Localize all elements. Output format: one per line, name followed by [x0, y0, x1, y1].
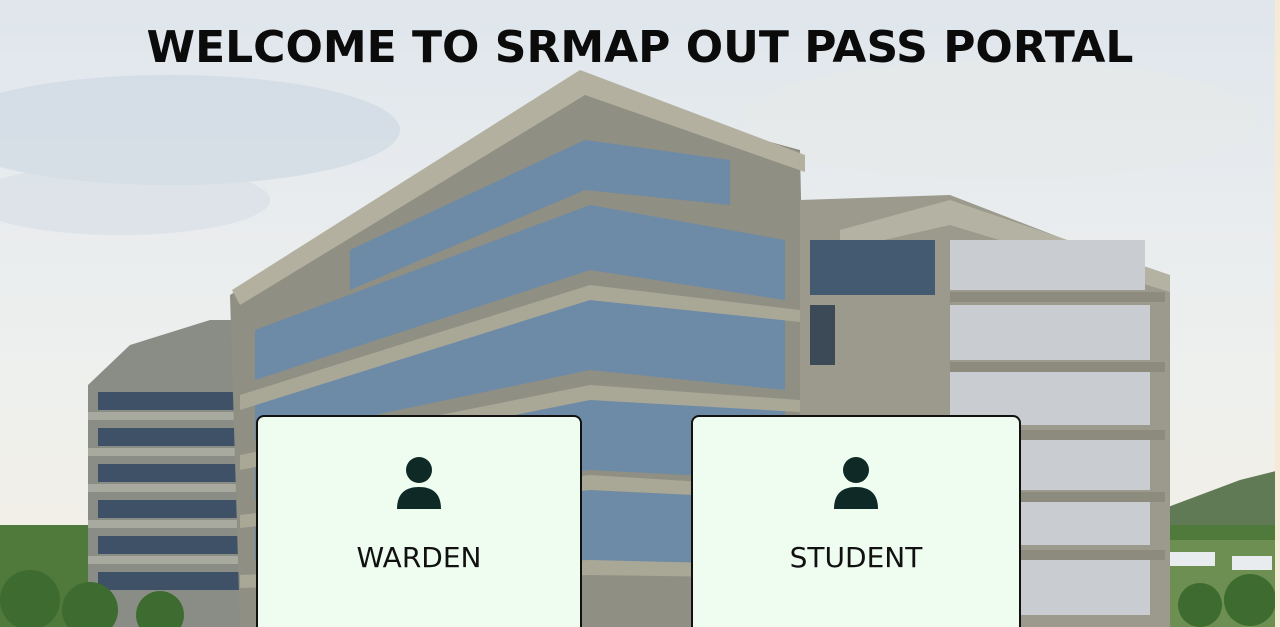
user-icon — [834, 457, 878, 509]
right-edge-strip — [1275, 0, 1280, 627]
user-icon — [397, 457, 441, 509]
student-login-card[interactable]: STUDENT — [691, 415, 1021, 627]
page-title: WELCOME TO SRMAP OUT PASS PORTAL — [146, 22, 1134, 73]
warden-login-card[interactable]: WARDEN — [256, 415, 582, 627]
login-page: WELCOME TO SRMAP OUT PASS PORTAL WARDEN … — [0, 0, 1280, 627]
campus-building-background — [0, 60, 1280, 627]
warden-label: WARDEN — [356, 541, 482, 574]
student-label: STUDENT — [789, 541, 923, 574]
